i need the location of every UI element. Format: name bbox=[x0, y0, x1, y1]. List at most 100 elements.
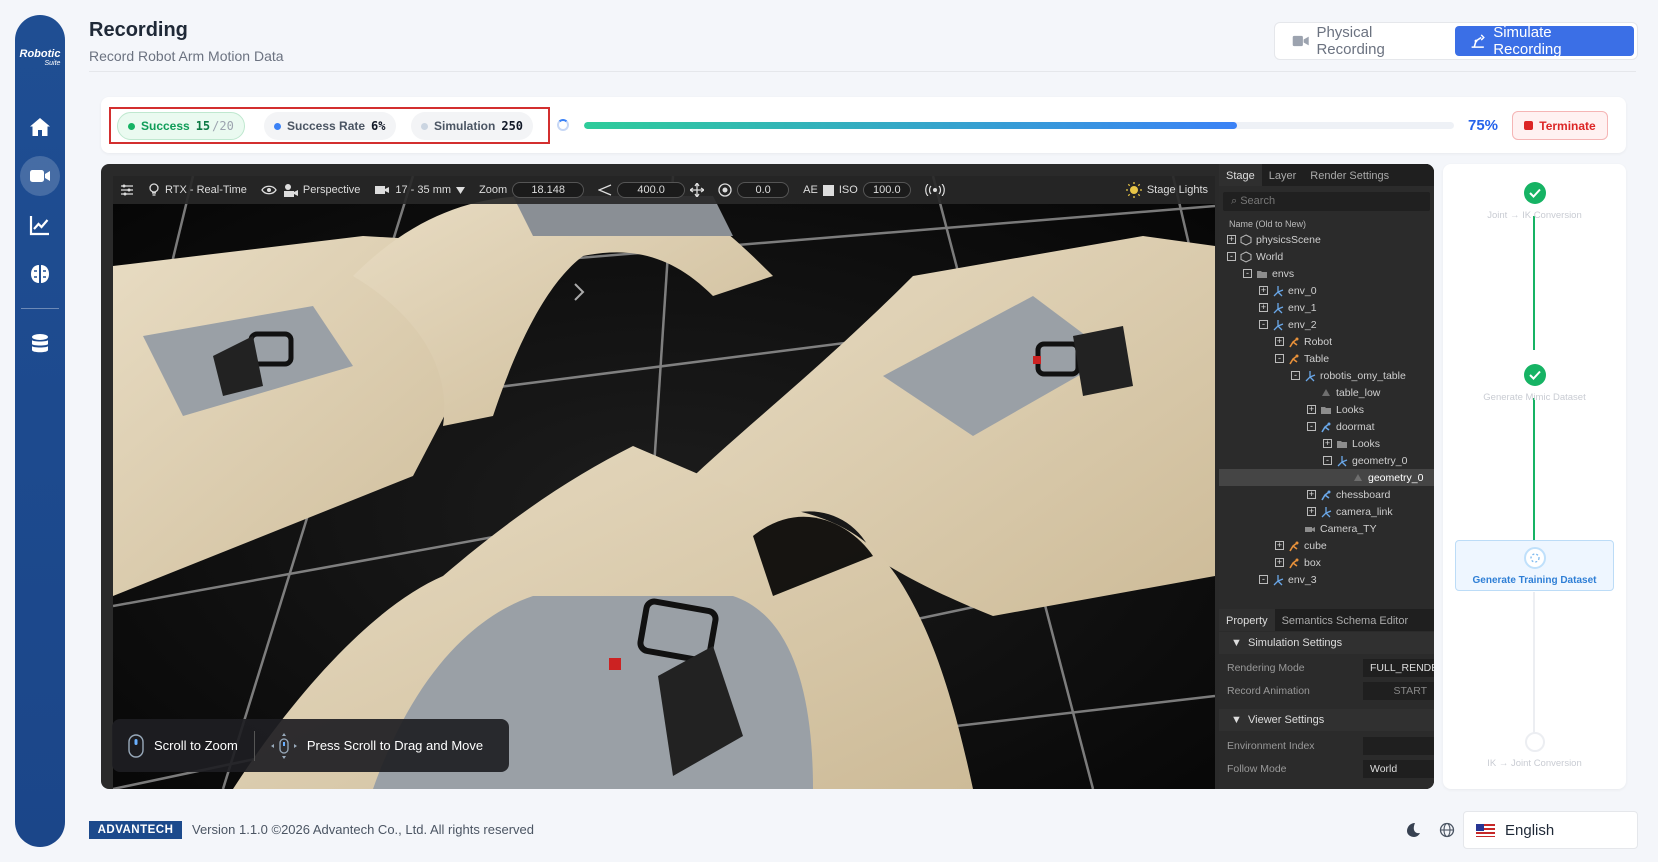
viewer-settings-header[interactable]: ▼ Viewer Settings bbox=[1219, 709, 1434, 731]
expand-icon[interactable]: + bbox=[1275, 558, 1284, 567]
collapse-icon[interactable]: - bbox=[1259, 575, 1268, 584]
follow-mode-select[interactable]: World bbox=[1363, 760, 1434, 778]
tab-render-settings[interactable]: Render Settings bbox=[1303, 164, 1396, 186]
language-globe-button[interactable] bbox=[1436, 819, 1458, 841]
tree-item[interactable]: + Robot bbox=[1219, 333, 1434, 350]
nav-recording[interactable] bbox=[20, 156, 60, 196]
tree-item-label: envs bbox=[1272, 267, 1295, 280]
expand-icon[interactable]: + bbox=[1275, 337, 1284, 346]
tree-item[interactable]: + camera_link bbox=[1219, 503, 1434, 520]
tree-item[interactable]: - env_3 bbox=[1219, 571, 1434, 588]
tree-item-label: env_3 bbox=[1288, 573, 1317, 586]
tab-property[interactable]: Property bbox=[1219, 609, 1275, 631]
tree-item-label: World bbox=[1256, 250, 1284, 263]
physical-recording-button[interactable]: Physical Recording bbox=[1278, 24, 1455, 58]
collapse-icon[interactable]: - bbox=[1243, 269, 1252, 278]
tree-item[interactable]: + box bbox=[1219, 554, 1434, 571]
workflow-step-joint-ik[interactable]: Joint → IK Conversion bbox=[1443, 182, 1626, 221]
header-divider bbox=[89, 71, 1636, 72]
workflow-step-mimic[interactable]: Generate Mimic Dataset bbox=[1443, 364, 1626, 403]
expand-icon[interactable]: + bbox=[1323, 439, 1332, 448]
tree-header: Name (Old to New) bbox=[1229, 219, 1307, 229]
tree-item[interactable]: + cube bbox=[1219, 537, 1434, 554]
nav-analytics[interactable] bbox=[20, 205, 60, 245]
tree-item[interactable]: geometry_0 bbox=[1219, 469, 1434, 486]
expand-icon[interactable]: + bbox=[1275, 541, 1284, 550]
workflow-step-ik-joint[interactable]: IK → Joint Conversion bbox=[1443, 732, 1626, 769]
tree-item[interactable]: + env_0 bbox=[1219, 282, 1434, 299]
stage-panel: Stage Layer Render Settings ⌕ Search Nam… bbox=[1219, 164, 1434, 789]
tree-item[interactable]: - robotis_omy_table bbox=[1219, 367, 1434, 384]
expand-icon[interactable]: + bbox=[1259, 303, 1268, 312]
nav-training[interactable] bbox=[20, 254, 60, 294]
distance-input[interactable]: 400.0 bbox=[617, 182, 686, 198]
collapse-triangle-icon: ▼ bbox=[1231, 714, 1248, 726]
nav-home[interactable] bbox=[20, 107, 60, 147]
language-select[interactable]: English bbox=[1463, 811, 1638, 849]
tree-item[interactable]: + env_1 bbox=[1219, 299, 1434, 316]
stage-tabs: Stage Layer Render Settings bbox=[1219, 164, 1434, 186]
tree-item[interactable]: - World bbox=[1219, 248, 1434, 265]
expand-icon[interactable]: + bbox=[1259, 286, 1268, 295]
caret-down-icon bbox=[456, 186, 466, 194]
stage-search-input[interactable]: ⌕ Search bbox=[1223, 192, 1430, 211]
tree-item[interactable]: - geometry_0 bbox=[1219, 452, 1434, 469]
version-text: Version 1.1.0 ©2026 Advantech Co., Ltd. … bbox=[192, 822, 535, 837]
tree-item[interactable]: + Looks bbox=[1219, 435, 1434, 452]
tree-item[interactable]: + Looks bbox=[1219, 401, 1434, 418]
collapse-icon[interactable]: - bbox=[1227, 252, 1236, 261]
environment-index-input[interactable] bbox=[1363, 737, 1434, 755]
tree-item-label: physicsScene bbox=[1256, 233, 1321, 246]
expand-icon[interactable]: + bbox=[1227, 235, 1236, 244]
collapse-icon[interactable]: - bbox=[1259, 320, 1268, 329]
tree-item[interactable]: - doormat bbox=[1219, 418, 1434, 435]
tree-item[interactable]: table_low bbox=[1219, 384, 1434, 401]
mesh-icon bbox=[1352, 472, 1364, 484]
tab-semantics-schema-editor[interactable]: Semantics Schema Editor bbox=[1275, 609, 1416, 631]
rendering-mode-select[interactable]: FULL_RENDER bbox=[1363, 659, 1434, 677]
iso-control: AE ISO 100.0 bbox=[796, 176, 918, 204]
viewport-settings-button[interactable] bbox=[113, 176, 141, 204]
theme-toggle-button[interactable] bbox=[1402, 819, 1424, 841]
tree-item[interactable]: + physicsScene bbox=[1219, 231, 1434, 248]
tab-stage[interactable]: Stage bbox=[1219, 164, 1262, 186]
scene-render[interactable] bbox=[113, 176, 1215, 789]
tab-layer[interactable]: Layer bbox=[1262, 164, 1304, 186]
camera-label: Perspective bbox=[302, 184, 361, 196]
globe-icon bbox=[1439, 822, 1455, 838]
tree-item[interactable]: Camera_TY bbox=[1219, 520, 1434, 537]
expand-icon[interactable]: + bbox=[1307, 490, 1316, 499]
lens-dropdown[interactable]: 17 - 35 mm bbox=[367, 176, 472, 204]
progress-bar bbox=[584, 122, 1454, 129]
viewer-settings-title: Viewer Settings bbox=[1248, 714, 1325, 726]
collapse-icon[interactable]: - bbox=[1307, 422, 1316, 431]
iso-input[interactable]: 100.0 bbox=[862, 182, 911, 198]
exposure-input[interactable]: 0.0 bbox=[737, 182, 790, 198]
terminate-button[interactable]: Terminate bbox=[1512, 111, 1608, 140]
ae-checkbox[interactable] bbox=[822, 184, 834, 196]
tree-item[interactable]: - envs bbox=[1219, 265, 1434, 282]
move-arrows-icon bbox=[690, 183, 705, 197]
stage-lights-button[interactable]: Stage Lights bbox=[1119, 176, 1215, 204]
xform-icon bbox=[1320, 506, 1332, 518]
simulation-settings-header[interactable]: ▼ Simulation Settings bbox=[1219, 632, 1434, 654]
workflow-step-training[interactable]: Generate Training Dataset bbox=[1455, 540, 1614, 591]
collapse-icon[interactable]: - bbox=[1323, 456, 1332, 465]
collapse-icon[interactable]: - bbox=[1275, 354, 1284, 363]
simulation-viewport[interactable]: RTX - Real-Time Perspective 17 - 35 mm Z… bbox=[101, 164, 1434, 789]
tree-item[interactable]: - env_2 bbox=[1219, 316, 1434, 333]
home-icon bbox=[30, 118, 50, 136]
expand-icon[interactable]: + bbox=[1307, 405, 1316, 414]
renderer-dropdown[interactable]: RTX - Real-Time bbox=[141, 176, 254, 204]
tree-item[interactable]: - Table bbox=[1219, 350, 1434, 367]
xform-icon bbox=[1336, 455, 1348, 467]
record-animation-button[interactable]: START bbox=[1363, 682, 1434, 700]
tree-item[interactable]: + chessboard bbox=[1219, 486, 1434, 503]
simulate-recording-button[interactable]: Simulate Recording bbox=[1454, 24, 1634, 58]
zoom-input[interactable]: 18.148 bbox=[512, 182, 585, 198]
nav-data[interactable] bbox=[20, 324, 60, 364]
broadcast-button[interactable] bbox=[918, 176, 952, 204]
expand-icon[interactable]: + bbox=[1307, 507, 1316, 516]
camera-dropdown[interactable]: Perspective bbox=[254, 176, 367, 204]
collapse-icon[interactable]: - bbox=[1291, 371, 1300, 380]
